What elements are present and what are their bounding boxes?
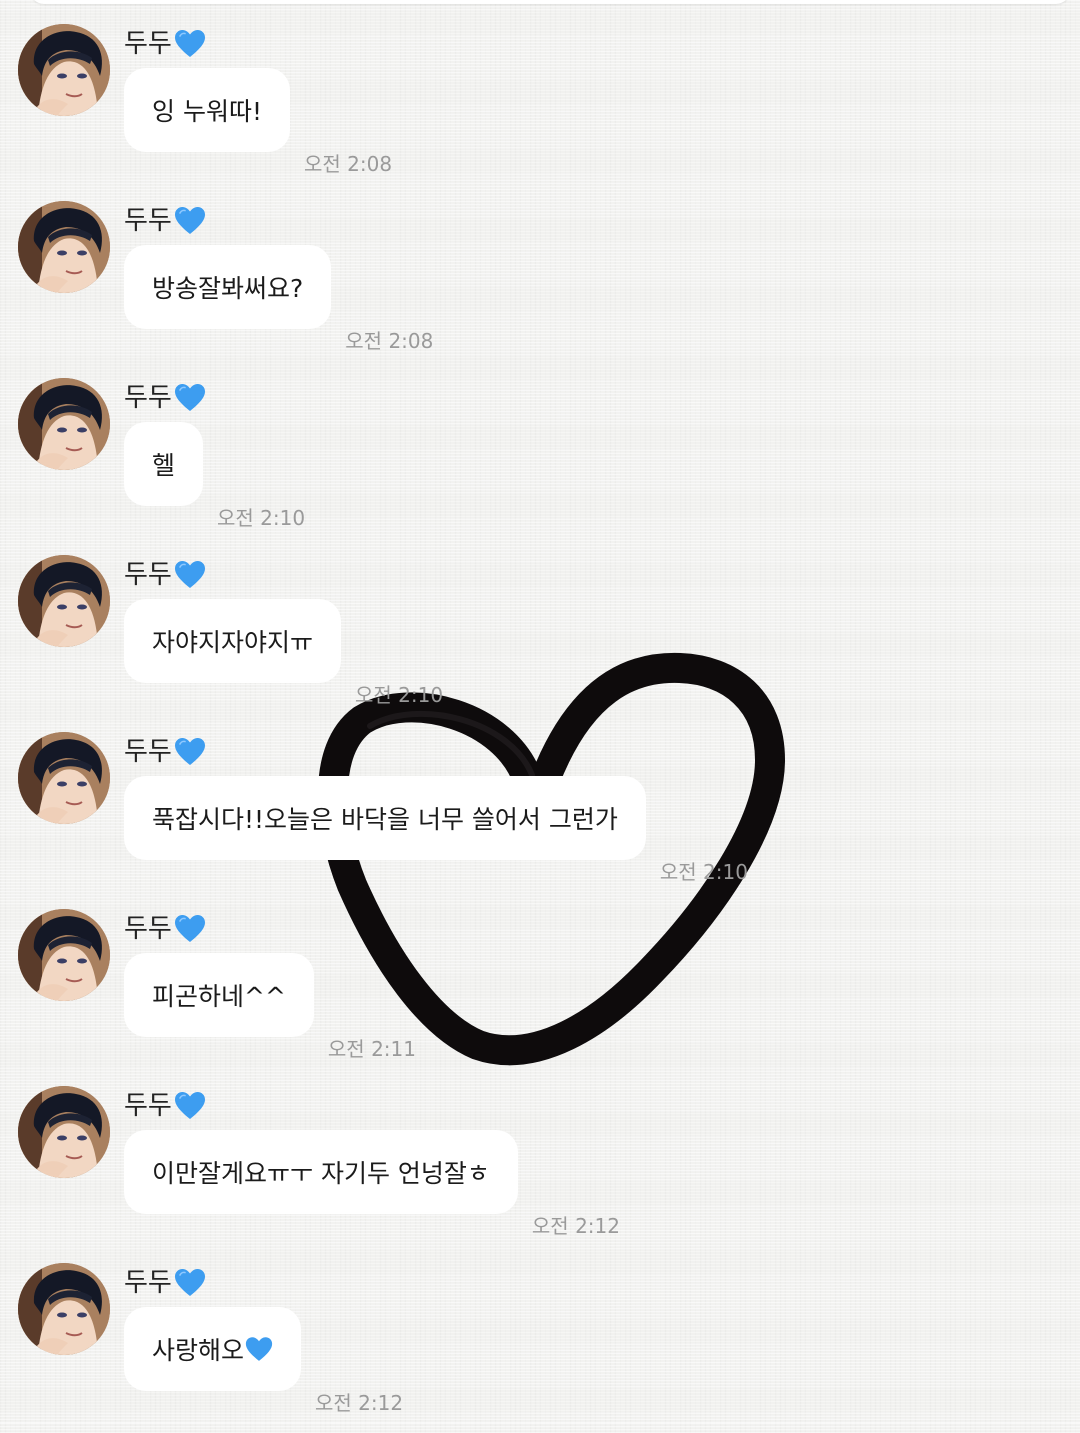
- message-timestamp: 오전 2:08: [303, 152, 393, 176]
- message-text: 헬: [152, 451, 176, 480]
- message-text: 잉 누워따!: [152, 97, 262, 126]
- message-bubble[interactable]: 자야지자야지ㅠ: [124, 599, 342, 683]
- sender-name: 두두: [124, 914, 172, 944]
- chat-message: 두두 잉 누워따! 오전 2:08: [0, 24, 1080, 194]
- sender-name: 두두: [124, 1268, 172, 1298]
- blue-heart-icon: [174, 738, 205, 765]
- message-row: 푹잡시다!!오늘은 바닥을 너무 쓸어서 그런가 오전 2:10: [124, 776, 748, 884]
- sender-name-row: 두두: [124, 1088, 206, 1124]
- avatar[interactable]: [18, 732, 110, 824]
- message-timestamp: 오전 2:08: [345, 329, 434, 353]
- message-text: 자야지자야지ㅠ: [152, 628, 314, 657]
- sender-name: 두두: [124, 206, 172, 236]
- sender-name-row: 두두: [124, 203, 206, 239]
- blue-heart-icon: [174, 1269, 205, 1296]
- avatar[interactable]: [18, 24, 110, 116]
- chat-message: 두두 피곤하네^^ 오전 2:11: [0, 909, 1080, 1079]
- message-row: 잉 누워따! 오전 2:08: [124, 68, 392, 176]
- avatar[interactable]: [18, 555, 110, 647]
- message-row: 이만잘게요ㅠㅜ 자기두 언넝잘ㅎ 오전 2:12: [124, 1130, 620, 1238]
- message-row: 피곤하네^^ 오전 2:11: [124, 953, 416, 1061]
- avatar[interactable]: [18, 909, 110, 1001]
- message-timestamp: 오전 2:10: [659, 860, 748, 884]
- blue-heart-icon: [174, 207, 205, 234]
- chat-message: 두두 이만잘게요ㅠㅜ 자기두 언넝잘ㅎ 오전 2:12: [0, 1086, 1080, 1256]
- sender-name-row: 두두: [124, 911, 206, 947]
- sender-name: 두두: [124, 383, 172, 413]
- blue-heart-icon: [174, 561, 205, 588]
- avatar[interactable]: [18, 201, 110, 293]
- avatar[interactable]: [18, 1263, 110, 1355]
- message-text: 피곤하네^^: [152, 982, 286, 1011]
- message-row: 방송잘봐써요? 오전 2:08: [124, 245, 433, 353]
- message-text: 방송잘봐써요?: [152, 274, 304, 303]
- sender-name: 두두: [124, 29, 172, 59]
- message-timestamp: 오전 2:11: [327, 1037, 416, 1061]
- chat-message: 두두 방송잘봐써요? 오전 2:08: [0, 201, 1080, 371]
- sender-name-row: 두두: [124, 380, 206, 416]
- avatar[interactable]: [18, 378, 110, 470]
- blue-heart-icon: [174, 915, 205, 942]
- blue-heart-icon: [245, 1336, 273, 1361]
- message-text: 푹잡시다!!오늘은 바닥을 너무 쓸어서 그런가: [152, 805, 618, 834]
- message-row: 헬 오전 2:10: [124, 422, 305, 530]
- message-row: 사랑해오 오전 2:12: [124, 1307, 403, 1415]
- sender-name: 두두: [124, 737, 172, 767]
- message-bubble[interactable]: 헬: [124, 422, 204, 506]
- sender-name-row: 두두: [124, 734, 206, 770]
- message-bubble[interactable]: 사랑해오: [124, 1307, 302, 1391]
- message-timestamp: 오전 2:12: [531, 1214, 620, 1238]
- sender-name: 두두: [124, 1091, 172, 1121]
- chat-message: 두두 헬 오전 2:10: [0, 378, 1080, 548]
- message-timestamp: 오전 2:10: [355, 683, 444, 707]
- blue-heart-icon: [174, 384, 205, 411]
- sender-name: 두두: [124, 560, 172, 590]
- chat-message: 두두 자야지자야지ㅠ 오전 2:10: [0, 555, 1080, 725]
- message-timestamp: 오전 2:10: [217, 506, 306, 530]
- message-bubble[interactable]: 피곤하네^^: [124, 953, 314, 1037]
- avatar[interactable]: [18, 1086, 110, 1178]
- message-bubble[interactable]: 푹잡시다!!오늘은 바닥을 너무 쓸어서 그런가: [124, 776, 646, 860]
- sender-name-row: 두두: [124, 557, 206, 593]
- message-row: 자야지자야지ㅠ 오전 2:10: [124, 599, 443, 707]
- chat-message: 두두 사랑해오 오전 2:12: [0, 1263, 1080, 1433]
- chat-message: 두두 푹잡시다!!오늘은 바닥을 너무 쓸어서 그런가 오전 2:10: [0, 732, 1080, 902]
- message-bubble[interactable]: 방송잘봐써요?: [124, 245, 332, 329]
- message-text: 사랑해오: [152, 1336, 245, 1365]
- message-bubble[interactable]: 이만잘게요ㅠㅜ 자기두 언넝잘ㅎ: [124, 1130, 518, 1214]
- blue-heart-icon: [174, 1092, 205, 1119]
- top-panel-edge: [30, 0, 1070, 4]
- message-timestamp: 오전 2:12: [315, 1391, 404, 1415]
- blue-heart-icon: [174, 30, 205, 57]
- sender-name-row: 두두: [124, 26, 206, 62]
- message-bubble[interactable]: 잉 누워따!: [124, 68, 290, 152]
- message-text: 이만잘게요ㅠㅜ 자기두 언넝잘ㅎ: [152, 1159, 490, 1188]
- sender-name-row: 두두: [124, 1265, 206, 1301]
